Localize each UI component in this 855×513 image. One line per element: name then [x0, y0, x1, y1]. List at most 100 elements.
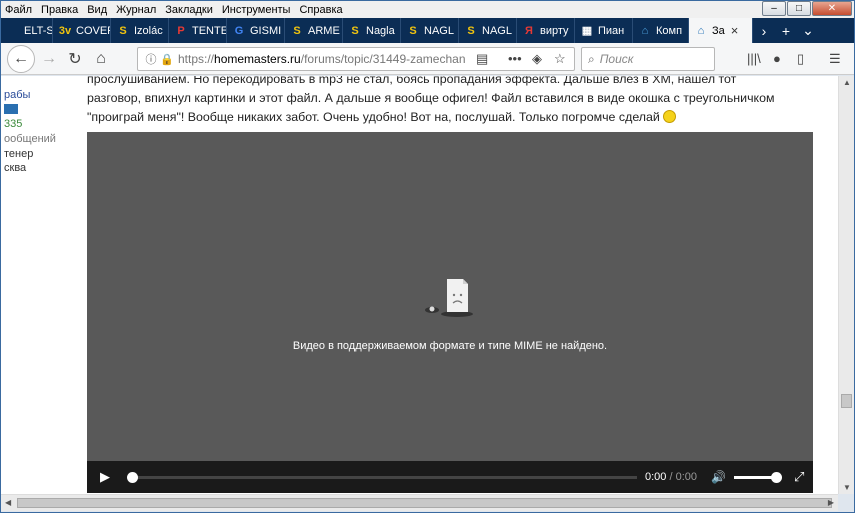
browser-tab[interactable]: ▦ Пиан: [575, 18, 633, 43]
vertical-scroll-thumb[interactable]: [841, 394, 852, 408]
back-button[interactable]: ←: [7, 45, 35, 73]
page-actions-icon[interactable]: •••: [508, 51, 522, 66]
search-bar[interactable]: ⌕ Поиск: [581, 47, 715, 71]
current-time: 0:00: [645, 471, 667, 483]
reload-icon: ↻: [68, 51, 82, 68]
smiley-icon: [663, 110, 677, 123]
video-error-message: Видео в поддерживаемом формате и типе MI…: [292, 340, 608, 352]
tab-label: GISMI: [250, 24, 282, 37]
browser-window: Файл Правка Вид Журнал Закладки Инструме…: [0, 0, 855, 513]
fullscreen-icon[interactable]: ⤢: [794, 469, 804, 485]
scroll-right-icon[interactable]: ▶: [828, 498, 834, 507]
url-path: /forums/topic/31449-zamechan: [300, 52, 466, 66]
tab-strip: ELT-S 3v COVER S Izolác P TENTE G GISMI S ARME S Nag…: [1, 18, 854, 43]
tab-label: ARME: [308, 24, 340, 37]
tab-list-icon[interactable]: ⌄: [797, 18, 819, 43]
vertical-scrollbar[interactable]: ▲ ▼: [838, 76, 854, 494]
reader-view-icon[interactable]: ▤: [476, 51, 488, 67]
tab-label: За: [712, 24, 725, 37]
url-scheme: https://: [178, 52, 215, 66]
browser-tab[interactable]: S Izolác: [111, 18, 169, 43]
tab-label: Комп: [656, 24, 683, 37]
new-tab-icon[interactable]: +: [775, 18, 797, 43]
menu-file[interactable]: Файл: [5, 4, 32, 16]
total-time: 0:00: [675, 471, 698, 483]
forward-button[interactable]: →: [39, 47, 59, 71]
tab-scroll-right-icon[interactable]: ›: [753, 18, 775, 43]
post-body: прослушиванием. Но перекодировать в mp3 …: [87, 76, 787, 127]
url-host: homemasters.ru: [214, 52, 301, 66]
browser-tab[interactable]: ELT-S: [1, 18, 53, 43]
menu-bookmarks[interactable]: Закладки: [165, 4, 213, 16]
menu-view[interactable]: Вид: [87, 4, 107, 16]
reload-button[interactable]: ↻: [65, 47, 85, 71]
scroll-left-icon[interactable]: ◀: [5, 498, 11, 507]
tab-favicon-icon: S: [293, 24, 301, 37]
extension-icon[interactable]: ●: [773, 51, 781, 66]
menu-history[interactable]: Журнал: [116, 4, 156, 16]
browser-tab[interactable]: S Nagla: [343, 18, 401, 43]
browser-tab[interactable]: G GISMI: [227, 18, 285, 43]
tab-label: Izolác: [134, 24, 163, 37]
tab-label: ELT-S: [24, 24, 52, 37]
browser-tab[interactable]: ⌂ Комп: [633, 18, 689, 43]
horizontal-scrollbar[interactable]: ◀ ▶: [1, 494, 838, 511]
tab-label: NAGL: [482, 24, 512, 37]
home-button[interactable]: ⌂: [91, 47, 111, 71]
pocket-icon[interactable]: ◈: [532, 51, 542, 67]
tab-favicon-icon: G: [234, 24, 244, 37]
menu-bar: Файл Правка Вид Журнал Закладки Инструме…: [1, 1, 854, 18]
browser-tab[interactable]: S NAGL: [459, 18, 517, 43]
browser-tab[interactable]: P TENTE: [169, 18, 227, 43]
minimize-button[interactable]: –: [762, 1, 786, 16]
browser-tab[interactable]: Явирту: [517, 18, 575, 43]
info-icon[interactable]: ⓘ: [142, 51, 160, 67]
page-content: рабы 335 ообщений тенер сква прослушиван…: [1, 76, 838, 494]
close-tab-icon[interactable]: ×: [731, 23, 739, 38]
scroll-down-icon[interactable]: ▼: [843, 483, 851, 492]
bookmark-star-icon[interactable]: ☆: [554, 51, 566, 67]
tab-label: Nagla: [366, 24, 395, 37]
seek-handle[interactable]: [127, 471, 138, 483]
close-window-button[interactable]: ✕: [812, 1, 852, 16]
tab-label: NAGL: [424, 24, 454, 37]
browser-tab[interactable]: S ARME: [285, 18, 343, 43]
tab-favicon-icon: Я: [525, 24, 533, 37]
search-placeholder: Поиск: [599, 52, 634, 66]
menu-hamburger-icon[interactable]: ☰: [829, 51, 841, 67]
sidebar-icon[interactable]: ▯: [797, 51, 804, 67]
time-separator: /: [669, 471, 673, 483]
seek-bar[interactable]: [127, 471, 637, 483]
tab-label: вирту: [540, 24, 569, 37]
video-controls: ▶ 0:00 / 0:00 🔊 ⤢: [87, 461, 813, 493]
author-reputation: 335: [4, 118, 23, 130]
library-icon[interactable]: |||\: [747, 51, 761, 66]
url-text[interactable]: https://homemasters.ru/forums/topic/3144…: [178, 52, 468, 66]
horizontal-scroll-thumb[interactable]: [17, 498, 832, 508]
url-bar[interactable]: ⓘ 🔒 https://homemasters.ru/forums/topic/…: [137, 47, 575, 71]
tab-favicon-icon: ⌂: [697, 24, 705, 37]
browser-tab[interactable]: 3v COVER: [53, 18, 111, 43]
time-display: 0:00 / 0:00: [645, 471, 697, 483]
maximize-button[interactable]: □: [787, 1, 811, 16]
browser-tab[interactable]: ⌂ За ×: [689, 18, 753, 43]
scroll-up-icon[interactable]: ▲: [843, 78, 851, 87]
browser-tab[interactable]: S NAGL: [401, 18, 459, 43]
tab-favicon-icon: P: [177, 24, 185, 37]
menu-edit[interactable]: Правка: [41, 4, 78, 16]
play-button[interactable]: ▶: [87, 469, 123, 485]
menu-help[interactable]: Справка: [299, 4, 342, 16]
video-player[interactable]: Видео в поддерживаемом формате и типе MI…: [87, 132, 813, 493]
tab-label: TENTE: [192, 24, 226, 37]
author-group: рабы: [4, 89, 31, 101]
search-icon: ⌕: [588, 51, 595, 66]
lock-icon[interactable]: 🔒: [160, 53, 174, 66]
menu-tools[interactable]: Инструменты: [222, 4, 291, 16]
home-icon: ⌂: [96, 50, 106, 67]
tab-favicon-icon: ⌂: [641, 24, 649, 37]
navigation-toolbar: ← → ↻ ⌂ ⓘ 🔒 https://homemasters.ru/forum…: [1, 43, 854, 75]
tab-favicon-icon: S: [351, 24, 359, 37]
volume-slider[interactable]: [733, 471, 782, 483]
volume-icon[interactable]: 🔊: [711, 470, 726, 484]
volume-handle[interactable]: [770, 471, 782, 483]
